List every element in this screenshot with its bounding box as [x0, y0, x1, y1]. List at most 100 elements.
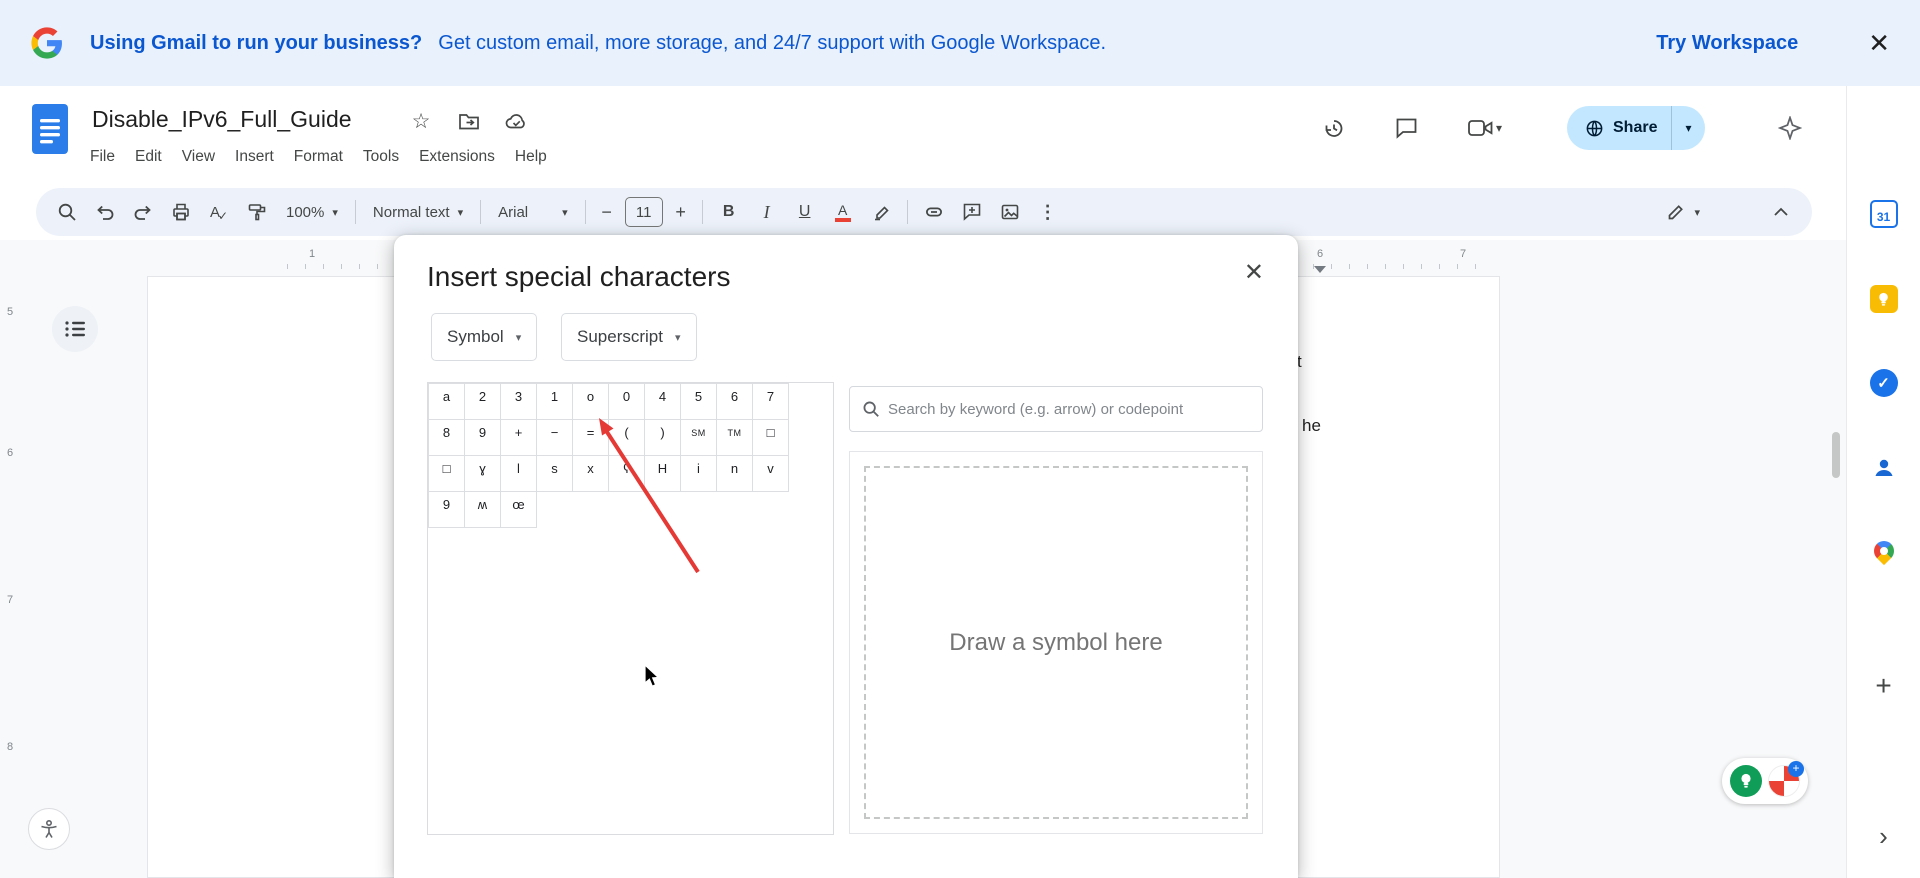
- char-cell-([interactable]: (: [608, 419, 645, 456]
- char-cell-ʕ[interactable]: ʕ: [608, 455, 645, 492]
- char-cell-i[interactable]: i: [680, 455, 717, 492]
- char-cell-+[interactable]: +: [500, 419, 537, 456]
- dialog-close-icon[interactable]: ✕: [1244, 261, 1264, 285]
- banner-close-icon[interactable]: ✕: [1868, 30, 1890, 56]
- char-cell-=[interactable]: =: [572, 419, 609, 456]
- hide-menus-button[interactable]: [1762, 193, 1800, 231]
- char-cell-œ[interactable]: œ: [500, 491, 537, 528]
- search-menus-button[interactable]: [48, 193, 86, 231]
- document-title[interactable]: Disable_IPv6_Full_Guide: [92, 106, 352, 133]
- font-dropdown[interactable]: Arial ▾: [488, 204, 578, 221]
- join-call-button[interactable]: ▾: [1452, 106, 1518, 150]
- add-comment-button[interactable]: [953, 193, 991, 231]
- char-cell-□[interactable]: □: [428, 455, 465, 492]
- char-cell-l[interactable]: l: [500, 455, 537, 492]
- char-cell-9[interactable]: 9: [428, 491, 465, 528]
- show-side-panel-button[interactable]: ›: [1864, 816, 1904, 856]
- document-outline-button[interactable]: [52, 306, 98, 352]
- char-cell-ɣ[interactable]: ɣ: [464, 455, 501, 492]
- try-workspace-link[interactable]: Try Workspace: [1656, 32, 1798, 55]
- right-indent-marker[interactable]: [1314, 266, 1326, 273]
- get-addons-button[interactable]: +: [1864, 666, 1904, 706]
- star-icon[interactable]: ☆: [408, 108, 434, 134]
- char-cell-s[interactable]: s: [536, 455, 573, 492]
- bold-button[interactable]: B: [710, 193, 748, 231]
- char-cell-6[interactable]: 6: [716, 383, 753, 420]
- char-cell-4[interactable]: 4: [644, 383, 681, 420]
- char-cell-SM[interactable]: SM: [680, 419, 717, 456]
- char-cell-3[interactable]: 3: [500, 383, 537, 420]
- increase-font-size-button[interactable]: +: [667, 193, 695, 231]
- menu-help[interactable]: Help: [505, 144, 557, 170]
- char-cell-9[interactable]: 9: [464, 419, 501, 456]
- symbol-search-box: [849, 386, 1263, 432]
- google-docs-icon[interactable]: [30, 102, 70, 156]
- symbol-search-input[interactable]: [888, 401, 1250, 418]
- char-cell-ʍ[interactable]: ʍ: [464, 491, 501, 528]
- maps-icon[interactable]: [1864, 531, 1904, 571]
- text-color-button[interactable]: A: [824, 193, 862, 231]
- menu-format[interactable]: Format: [284, 144, 353, 170]
- version-history-button[interactable]: [1312, 106, 1356, 150]
- calendar-icon[interactable]: 31: [1864, 194, 1904, 234]
- char-cell-o[interactable]: o: [572, 383, 609, 420]
- menu-file[interactable]: File: [80, 144, 125, 170]
- menu-edit[interactable]: Edit: [125, 144, 172, 170]
- undo-button[interactable]: [86, 193, 124, 231]
- char-cell-7[interactable]: 7: [752, 383, 789, 420]
- char-cell-a[interactable]: a: [428, 383, 465, 420]
- contacts-icon[interactable]: [1864, 448, 1904, 488]
- accessibility-button[interactable]: [28, 808, 70, 850]
- menu-insert[interactable]: Insert: [225, 144, 284, 170]
- italic-button[interactable]: I: [748, 193, 786, 231]
- share-button-main[interactable]: Share: [1567, 106, 1671, 150]
- subcategory-dropdown[interactable]: Superscript ▾: [561, 313, 697, 361]
- char-cell-TM[interactable]: TM: [716, 419, 753, 456]
- char-cell-0[interactable]: 0: [608, 383, 645, 420]
- font-size-field[interactable]: 11: [625, 197, 663, 227]
- gemini-button[interactable]: [1768, 106, 1812, 150]
- char-cell-H[interactable]: H: [644, 455, 681, 492]
- char-cell-8[interactable]: 8: [428, 419, 465, 456]
- comments-button[interactable]: [1384, 106, 1428, 150]
- document-scrollbar-thumb[interactable]: [1832, 432, 1840, 478]
- keep-icon[interactable]: [1864, 279, 1904, 319]
- lightbulb-extension-icon[interactable]: [1730, 765, 1762, 797]
- underline-button[interactable]: U: [786, 193, 824, 231]
- share-button[interactable]: Share ▾: [1567, 106, 1705, 150]
- char-cell-n[interactable]: n: [716, 455, 753, 492]
- char-cell-)[interactable]: ): [644, 419, 681, 456]
- move-folder-icon[interactable]: [456, 108, 482, 134]
- share-dropdown-icon[interactable]: ▾: [1672, 121, 1704, 135]
- insert-link-button[interactable]: [915, 193, 953, 231]
- draw-symbol-panel[interactable]: Draw a symbol here: [849, 451, 1263, 834]
- insert-image-button[interactable]: [991, 193, 1029, 231]
- zoom-dropdown[interactable]: 100% ▾: [276, 204, 348, 221]
- char-cell-5[interactable]: 5: [680, 383, 717, 420]
- char-cell-1[interactable]: 1: [536, 383, 573, 420]
- char-glyph: a: [443, 389, 450, 404]
- char-cell-2[interactable]: 2: [464, 383, 501, 420]
- decrease-font-size-button[interactable]: −: [593, 193, 621, 231]
- editing-mode-dropdown[interactable]: ▾: [1656, 202, 1710, 222]
- highlight-color-button[interactable]: [862, 193, 900, 231]
- document-status-cloud-icon[interactable]: [504, 108, 530, 134]
- redo-button[interactable]: [124, 193, 162, 231]
- paragraph-style-dropdown[interactable]: Normal text ▾: [363, 204, 473, 221]
- pinwheel-extension-icon[interactable]: +: [1768, 765, 1800, 797]
- print-button[interactable]: [162, 193, 200, 231]
- menu-extensions[interactable]: Extensions: [409, 144, 505, 170]
- menu-view[interactable]: View: [172, 144, 225, 170]
- paint-format-button[interactable]: [238, 193, 276, 231]
- more-toolbar-options-button[interactable]: ⋮: [1029, 193, 1067, 231]
- draw-symbol-canvas[interactable]: Draw a symbol here: [864, 466, 1248, 819]
- tasks-icon[interactable]: ✓: [1864, 363, 1904, 403]
- category-dropdown[interactable]: Symbol ▾: [431, 313, 537, 361]
- char-cell-□[interactable]: □: [752, 419, 789, 456]
- char-cell-−[interactable]: −: [536, 419, 573, 456]
- char-cell-x[interactable]: x: [572, 455, 609, 492]
- char-cell-v[interactable]: v: [752, 455, 789, 492]
- menu-tools[interactable]: Tools: [353, 144, 409, 170]
- extension-widgets[interactable]: +: [1722, 758, 1808, 804]
- spellcheck-button[interactable]: A✓: [200, 193, 238, 231]
